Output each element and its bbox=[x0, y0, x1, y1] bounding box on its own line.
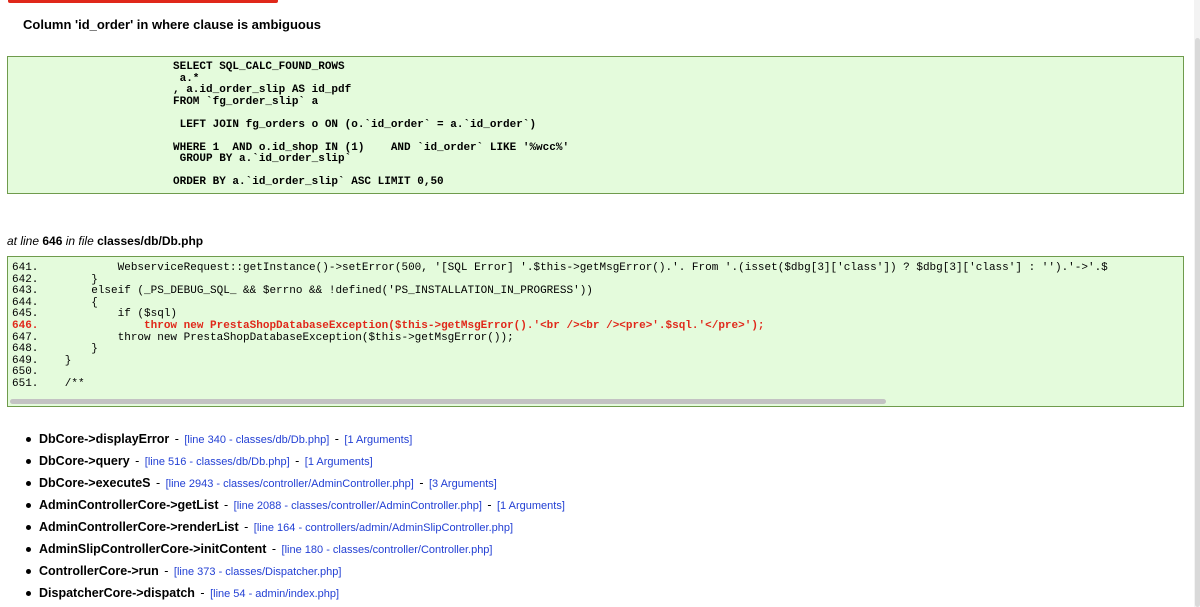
trace-location-link[interactable]: [line 164 - controllers/admin/AdminSlipC… bbox=[254, 522, 513, 534]
code-line: 651. /** bbox=[12, 377, 85, 390]
location-prefix: at line bbox=[7, 234, 40, 248]
page-scrollbar[interactable] bbox=[1194, 0, 1200, 607]
trace-item: AdminSlipControllerCore->initContent - [… bbox=[0, 540, 565, 562]
trace-location-link[interactable]: [line 180 - classes/controller/Controlle… bbox=[282, 544, 493, 556]
error-message: Column 'id_order' in where clause is amb… bbox=[23, 17, 322, 32]
trace-arguments-link[interactable]: [1 Arguments] bbox=[344, 434, 412, 446]
trace-item: AdminControllerCore->renderList - [line … bbox=[0, 518, 565, 540]
location-mid: in file bbox=[65, 234, 94, 248]
trace-item: DispatcherCore->dispatch - [line 54 - ad… bbox=[0, 584, 565, 606]
code-line-highlighted: 646. throw new PrestaShopDatabaseExcepti… bbox=[12, 319, 765, 332]
trace-arguments-link[interactable]: [1 Arguments] bbox=[305, 456, 373, 468]
trace-function: ControllerCore->run bbox=[39, 564, 159, 578]
error-location: at line 646 in file classes/db/Db.php bbox=[7, 234, 203, 248]
trace-location-link[interactable]: [line 54 - admin/index.php] bbox=[210, 588, 339, 600]
trace-item: ControllerCore->run - [line 373 - classe… bbox=[0, 562, 565, 584]
trace-function: AdminControllerCore->renderList bbox=[39, 520, 239, 534]
code-excerpt-box[interactable]: 641. WebserviceRequest::getInstance()->s… bbox=[7, 256, 1184, 407]
trace-function: DbCore->query bbox=[39, 454, 130, 468]
page-scrollbar-thumb[interactable] bbox=[1195, 38, 1200, 607]
trace-function: DispatcherCore->dispatch bbox=[39, 586, 195, 600]
code-line: 643. elseif (_PS_DEBUG_SQL_ && $errno &&… bbox=[12, 285, 593, 298]
code-line: 648. } bbox=[12, 343, 98, 356]
error-title-bar bbox=[8, 0, 278, 3]
code-line: 641. WebserviceRequest::getInstance()->s… bbox=[12, 262, 1108, 274]
scrollbar-thumb[interactable] bbox=[10, 399, 886, 404]
trace-item: DbCore->executeS - [line 2943 - classes/… bbox=[0, 474, 565, 496]
trace-location-link[interactable]: [line 373 - classes/Dispatcher.php] bbox=[174, 566, 342, 578]
stack-trace: DbCore->displayError - [line 340 - class… bbox=[0, 430, 565, 606]
trace-function: AdminControllerCore->getList bbox=[39, 498, 219, 512]
trace-location-link[interactable]: [line 2943 - classes/controller/AdminCon… bbox=[166, 478, 414, 490]
sql-query-box[interactable]: SELECT SQL_CALC_FOUND_ROWS a.* , a.id_or… bbox=[7, 56, 1184, 194]
location-line: 646 bbox=[42, 234, 63, 248]
location-file: classes/db/Db.php bbox=[97, 234, 204, 248]
trace-item: DbCore->displayError - [line 340 - class… bbox=[0, 430, 565, 452]
trace-function: DbCore->displayError bbox=[39, 432, 170, 446]
error-page: Column 'id_order' in where clause is amb… bbox=[0, 0, 1200, 607]
trace-item: DbCore->query - [line 516 - classes/db/D… bbox=[0, 452, 565, 474]
trace-location-link[interactable]: [line 516 - classes/db/Db.php] bbox=[145, 456, 290, 468]
trace-function: AdminSlipControllerCore->initContent bbox=[39, 542, 267, 556]
trace-arguments-link[interactable]: [3 Arguments] bbox=[429, 478, 497, 490]
trace-function: DbCore->executeS bbox=[39, 476, 151, 490]
code-line: 650. bbox=[12, 366, 39, 379]
horizontal-scrollbar[interactable] bbox=[8, 397, 1183, 406]
trace-arguments-link[interactable]: [1 Arguments] bbox=[497, 500, 565, 512]
trace-location-link[interactable]: [line 2088 - classes/controller/AdminCon… bbox=[234, 500, 482, 512]
code-lines: 641. WebserviceRequest::getInstance()->s… bbox=[12, 262, 1108, 391]
trace-location-link[interactable]: [line 340 - classes/db/Db.php] bbox=[184, 434, 329, 446]
trace-item: AdminControllerCore->getList - [line 208… bbox=[0, 496, 565, 518]
code-line: 647. throw new PrestaShopDatabaseExcepti… bbox=[12, 331, 514, 344]
code-line: 649. } bbox=[12, 354, 72, 367]
